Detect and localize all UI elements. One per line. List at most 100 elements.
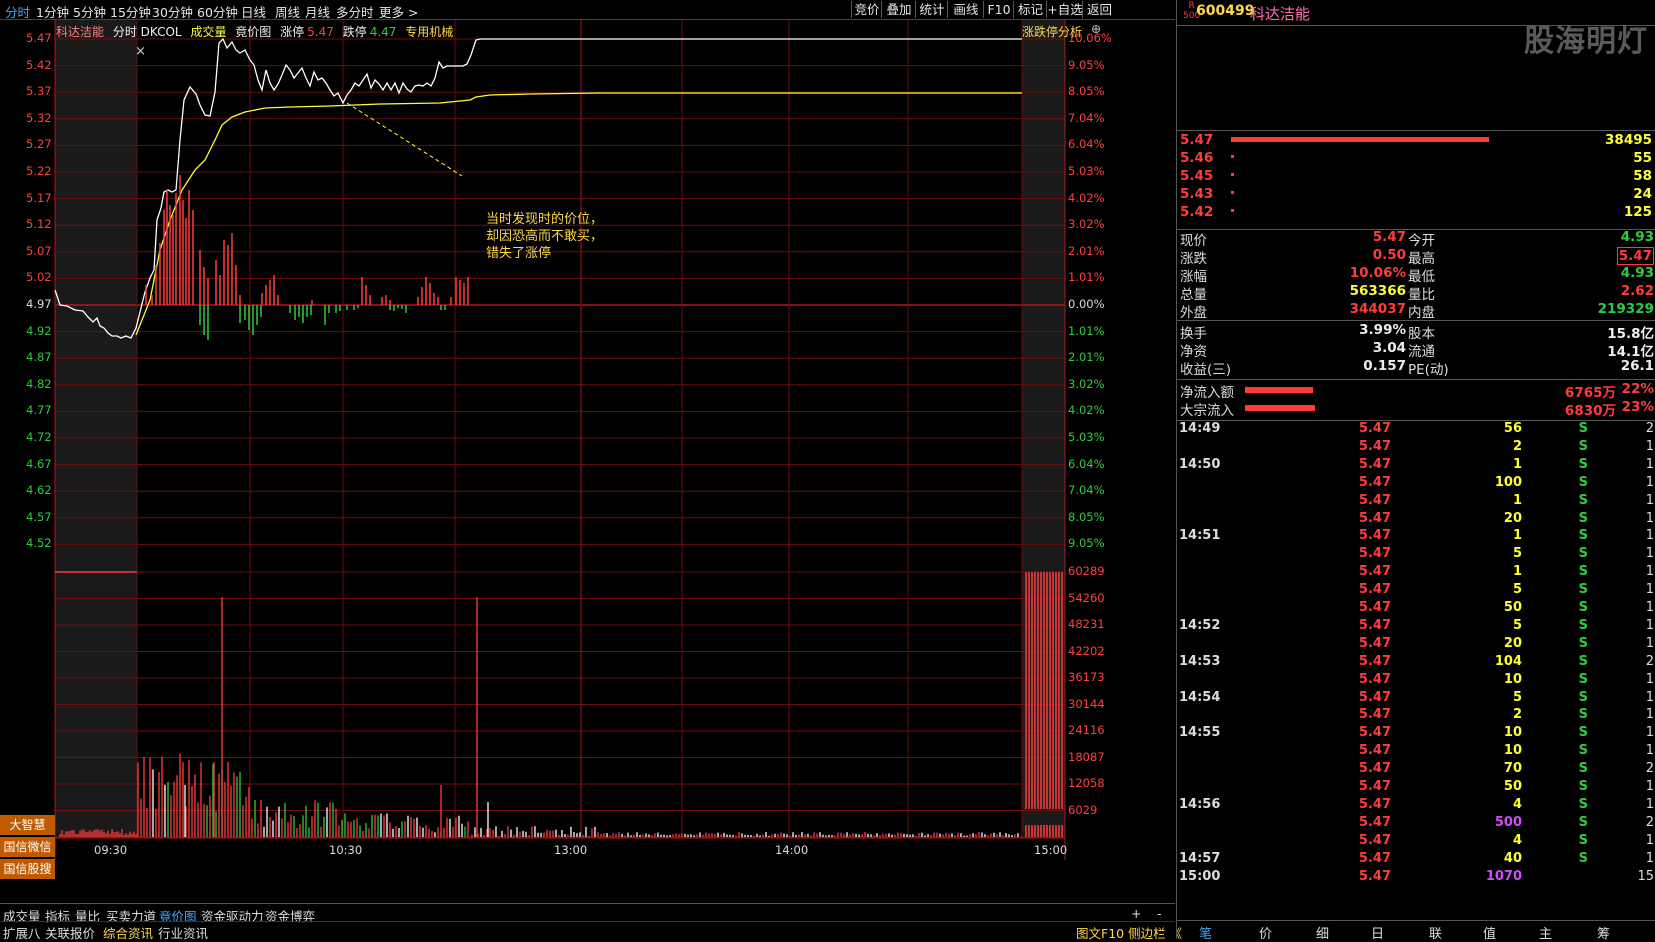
toolbar-button-7[interactable]: 返回: [1082, 1, 1116, 18]
tick-row[interactable]: 14:57 5.47 40 S 1: [1177, 851, 1655, 869]
tick-count: 1: [1645, 635, 1654, 651]
orderbook-price: 5.42: [1180, 204, 1214, 220]
side-badge-0[interactable]: 大智慧: [0, 815, 55, 835]
tick-row[interactable]: 5.47 500 S 2: [1177, 815, 1655, 833]
period-tab-9[interactable]: 多分时: [336, 2, 374, 21]
side-badge-2[interactable]: 国信股搜: [0, 859, 55, 879]
info-tab-2[interactable]: 综合资讯: [103, 923, 153, 942]
panel-tab-2[interactable]: 细: [1316, 923, 1329, 942]
info-tab-3[interactable]: 行业资讯: [158, 923, 208, 942]
info-tabs: 扩展八 关联报价 综合资讯 行业资讯 图文F10 侧边栏 《: [0, 921, 1182, 942]
tick-row[interactable]: 5.47 70 S 2: [1177, 761, 1655, 779]
tick-row[interactable]: 5.47 20 S 1: [1177, 636, 1655, 654]
intraday-chart[interactable]: [0, 20, 1175, 902]
f10-sidebar-toggle[interactable]: 图文F10 侧边栏 《: [1076, 923, 1182, 942]
tick-row[interactable]: 14:51 5.47 1 S 1: [1177, 528, 1655, 546]
panel-tab-0[interactable]: 笔: [1199, 923, 1212, 942]
tick-row[interactable]: 5.47 2 S 1: [1177, 439, 1655, 457]
tick-row[interactable]: 14:56 5.47 4 S 1: [1177, 797, 1655, 815]
info-tab-0[interactable]: 扩展八: [3, 923, 41, 942]
volume-axis-label: 54260: [1068, 590, 1105, 605]
orderbook-row[interactable]: 5.42 125: [1177, 204, 1655, 222]
tick-row[interactable]: 14:53 5.47 104 S 2: [1177, 654, 1655, 672]
toolbar-button-2[interactable]: 统计: [915, 1, 948, 18]
legend-limit-up-label: 涨停: [280, 25, 305, 39]
tick-price: 5.47: [1358, 564, 1391, 580]
quote-value: 5.47: [1616, 247, 1654, 265]
period-tab-8[interactable]: 月线: [305, 2, 330, 21]
legend-volume[interactable]: 成交量: [190, 25, 226, 39]
tick-price: 5.47: [1358, 761, 1391, 777]
toolbar-button-1[interactable]: 叠加: [881, 1, 916, 18]
annotation-line: 当时发现时的价位，: [486, 212, 604, 227]
close-icon[interactable]: ×: [135, 44, 146, 59]
quote-value: 4.93: [1620, 229, 1654, 245]
tick-row[interactable]: 5.47 1 S 1: [1177, 493, 1655, 511]
period-tab-6[interactable]: 日线: [241, 2, 266, 21]
tick-time: 14:50: [1179, 456, 1221, 472]
orderbook-row[interactable]: 5.46 55: [1177, 150, 1655, 168]
panel-tab-7[interactable]: 筹: [1597, 923, 1610, 942]
tick-row[interactable]: 5.47 50 S 1: [1177, 779, 1655, 797]
tick-row[interactable]: 14:55 5.47 10 S 1: [1177, 725, 1655, 743]
tick-row[interactable]: 5.47 10 S 1: [1177, 743, 1655, 761]
pct-axis-label: 3.02%: [1068, 376, 1105, 391]
panel-tab-4[interactable]: 联: [1429, 923, 1442, 942]
orderbook-row[interactable]: 5.43 24: [1177, 186, 1655, 204]
tick-row[interactable]: 14:50 5.47 1 S 1: [1177, 457, 1655, 475]
panel-tab-5[interactable]: 值: [1483, 923, 1496, 942]
tick-row[interactable]: 5.47 2 S 1: [1177, 707, 1655, 725]
zoom-out-button[interactable]: -: [1157, 906, 1162, 921]
time-axis-label: 09:30: [94, 843, 128, 857]
period-tab-2[interactable]: 5分钟: [73, 2, 106, 21]
period-tab-1[interactable]: 1分钟: [36, 2, 69, 21]
toolbar-button-6[interactable]: +自选: [1046, 1, 1083, 18]
tick-side: S: [1578, 653, 1588, 669]
panel-tab-3[interactable]: 日: [1371, 923, 1384, 942]
toolbar-button-0[interactable]: 竞价: [851, 1, 882, 18]
tick-row[interactable]: 14:54 5.47 5 S 1: [1177, 690, 1655, 708]
orderbook-row[interactable]: 5.45 58: [1177, 168, 1655, 186]
separator: [1177, 130, 1655, 131]
tick-row[interactable]: 14:52 5.47 5 S 1: [1177, 618, 1655, 636]
tick-price: 5.47: [1358, 438, 1391, 454]
toolbar-button-3[interactable]: 画线: [947, 1, 984, 18]
tick-row[interactable]: 5.47 5 S 1: [1177, 582, 1655, 600]
price-axis-label: 5.42: [26, 57, 52, 72]
panel-tab-6[interactable]: 主: [1539, 923, 1552, 942]
volume-axis-label: 48231: [1068, 617, 1105, 631]
tick-side: S: [1578, 456, 1588, 472]
period-tab-10[interactable]: 更多 >: [379, 2, 418, 21]
tick-row[interactable]: 15:00 5.47 1070 15: [1177, 869, 1655, 887]
toolbar-button-4[interactable]: F10: [983, 1, 1014, 18]
annotation-line: 错失了涨停: [486, 246, 552, 261]
orderbook-row[interactable]: 5.47 38495: [1177, 132, 1655, 150]
tick-count: 1: [1645, 438, 1654, 454]
tick-side: S: [1578, 707, 1588, 723]
side-badge-1[interactable]: 国信微信: [0, 837, 55, 857]
zoom-in-button[interactable]: +: [1131, 906, 1141, 921]
tick-row[interactable]: 5.47 20 S 1: [1177, 511, 1655, 529]
pct-axis-label: 6.04%: [1068, 137, 1105, 152]
period-tab-5[interactable]: 60分钟: [197, 2, 238, 21]
tick-row[interactable]: 5.47 4 S 1: [1177, 833, 1655, 851]
period-tab-3[interactable]: 15分钟: [110, 2, 151, 21]
period-tab-4[interactable]: 30分钟: [152, 2, 193, 21]
period-tab-7[interactable]: 周线: [275, 2, 300, 21]
period-tab-0[interactable]: 分时: [5, 2, 30, 21]
toolbar-button-5[interactable]: 标记: [1013, 1, 1047, 18]
tick-row[interactable]: 5.47 100 S 1: [1177, 475, 1655, 493]
legend-auction[interactable]: 竟价图: [235, 25, 271, 39]
tick-row[interactable]: 5.47 50 S 1: [1177, 600, 1655, 618]
pct-axis-label: 2.01%: [1068, 350, 1105, 365]
quote-value: 2.62: [1620, 283, 1654, 299]
tick-row[interactable]: 5.47 10 S 1: [1177, 672, 1655, 690]
price-axis-label: 5.47: [26, 31, 52, 45]
info-tab-1[interactable]: 关联报价: [45, 923, 95, 942]
legend-industry[interactable]: 专用机械: [405, 25, 453, 39]
tick-row[interactable]: 14:49 5.47 56 S 2: [1177, 421, 1655, 439]
tick-row[interactable]: 5.47 1 S 1: [1177, 564, 1655, 582]
separator: [1177, 320, 1655, 321]
tick-row[interactable]: 5.47 5 S 1: [1177, 546, 1655, 564]
panel-tab-1[interactable]: 价: [1259, 923, 1272, 942]
